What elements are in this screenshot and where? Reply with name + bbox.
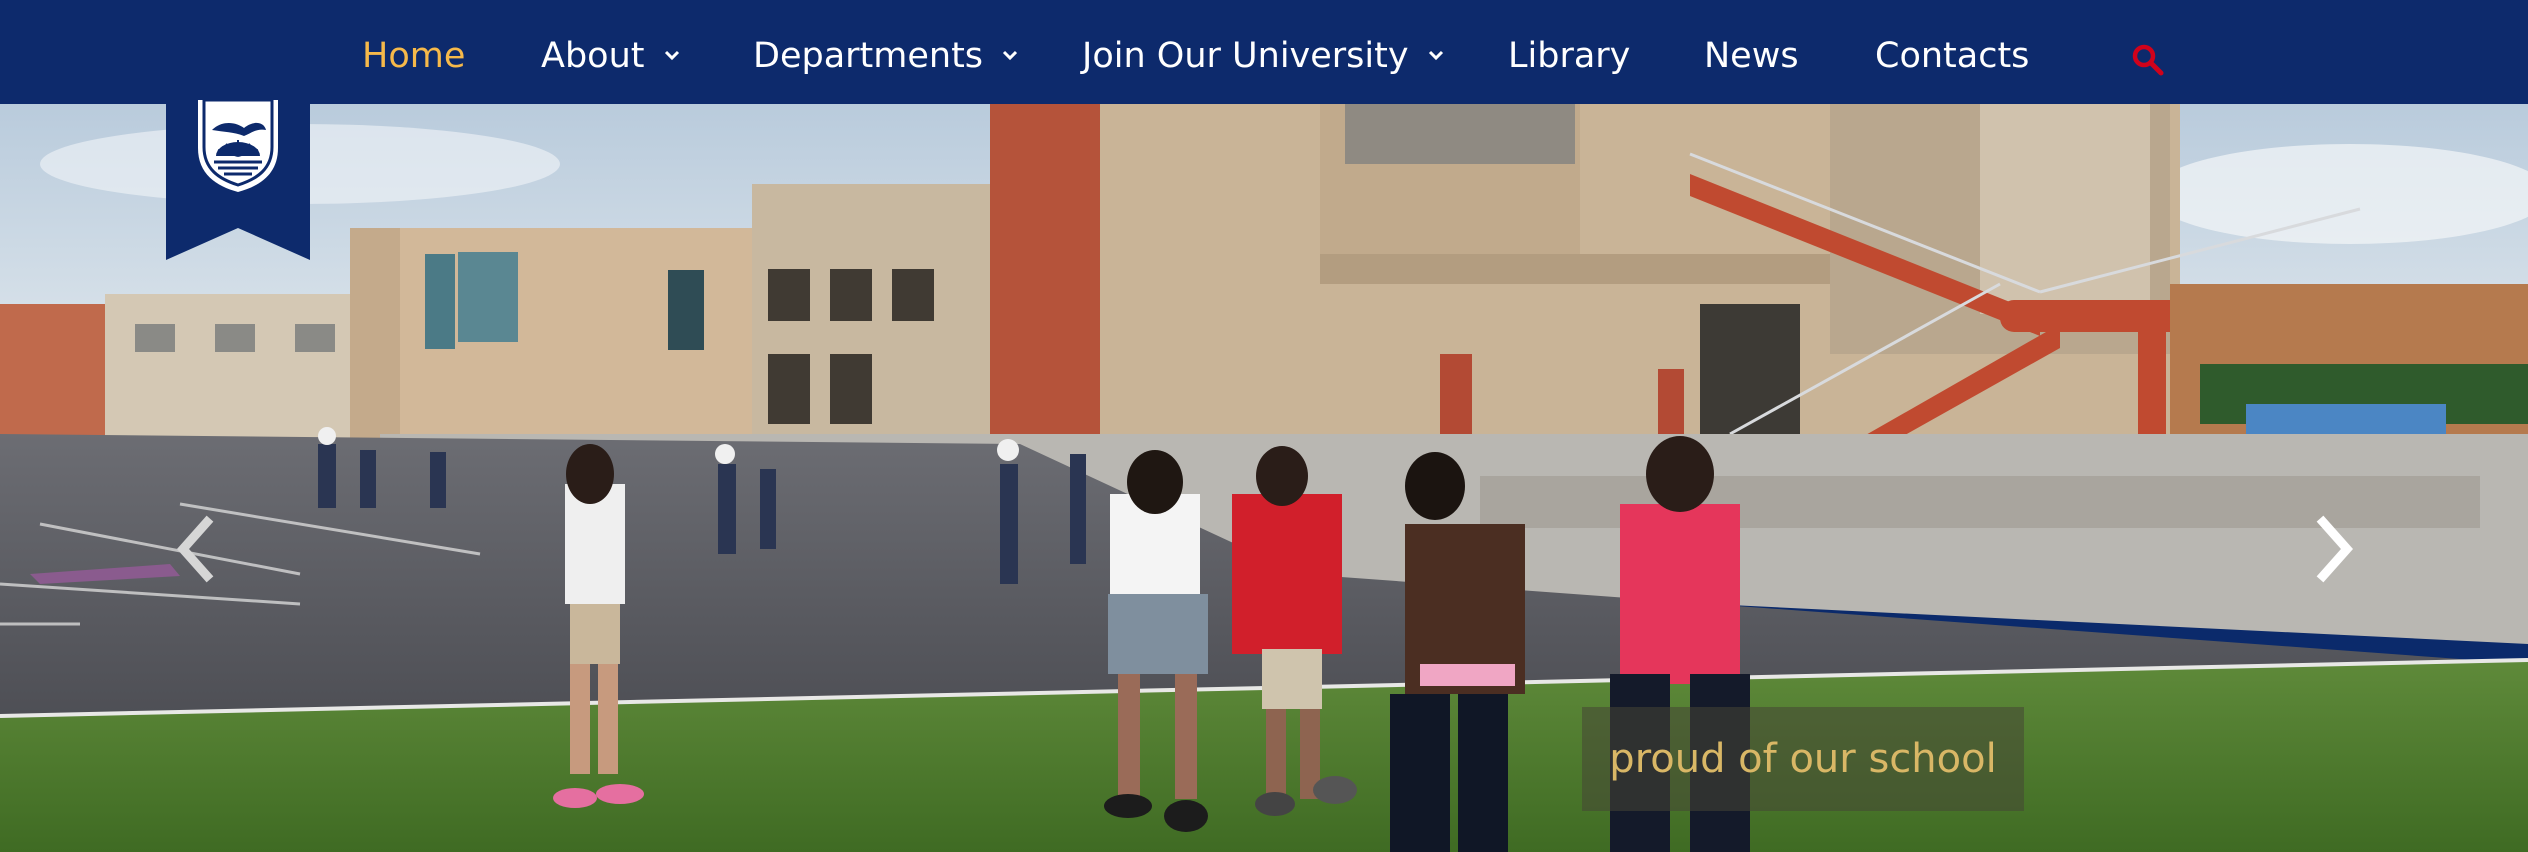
- slider-prev-button[interactable]: [165, 504, 225, 594]
- nav-item-departments[interactable]: Departments: [753, 30, 1018, 82]
- chevron-left-icon: [176, 515, 214, 583]
- hero-slider: proud of our school: [0, 104, 2528, 852]
- nav-item-label: Departments: [753, 36, 984, 76]
- nav-item-contacts[interactable]: Contacts: [1875, 30, 2029, 82]
- nav-item-label: Library: [1508, 36, 1631, 76]
- nav-item-label: Join Our University: [1082, 36, 1409, 76]
- nav-item-label: Home: [362, 36, 466, 76]
- chevron-down-icon: [1428, 50, 1443, 61]
- search-icon: [2132, 44, 2164, 76]
- slide-caption-text: proud of our school: [1609, 736, 1997, 782]
- school-logo[interactable]: [166, 94, 310, 260]
- search-button[interactable]: [2130, 42, 2166, 78]
- chevron-down-icon: [664, 50, 679, 61]
- campus-hero-photo: [0, 104, 2528, 852]
- slide-caption: proud of our school: [1582, 707, 2024, 811]
- nav-item-label: News: [1704, 36, 1799, 76]
- main-navbar: Home About Departments Join Our Universi…: [0, 0, 2528, 104]
- nav-item-join-our-university[interactable]: Join Our University: [1082, 30, 1444, 82]
- chevron-right-icon: [2316, 515, 2354, 583]
- nav-item-library[interactable]: Library: [1508, 30, 1630, 82]
- chevron-down-icon: [1003, 50, 1018, 61]
- nav-item-label: Contacts: [1875, 36, 2030, 76]
- nav-item-label: About: [541, 36, 645, 76]
- slider-next-button[interactable]: [2305, 504, 2365, 594]
- nav-item-home[interactable]: Home: [362, 30, 465, 82]
- nav-item-about[interactable]: About: [541, 30, 680, 82]
- nav-item-news[interactable]: News: [1704, 30, 1799, 82]
